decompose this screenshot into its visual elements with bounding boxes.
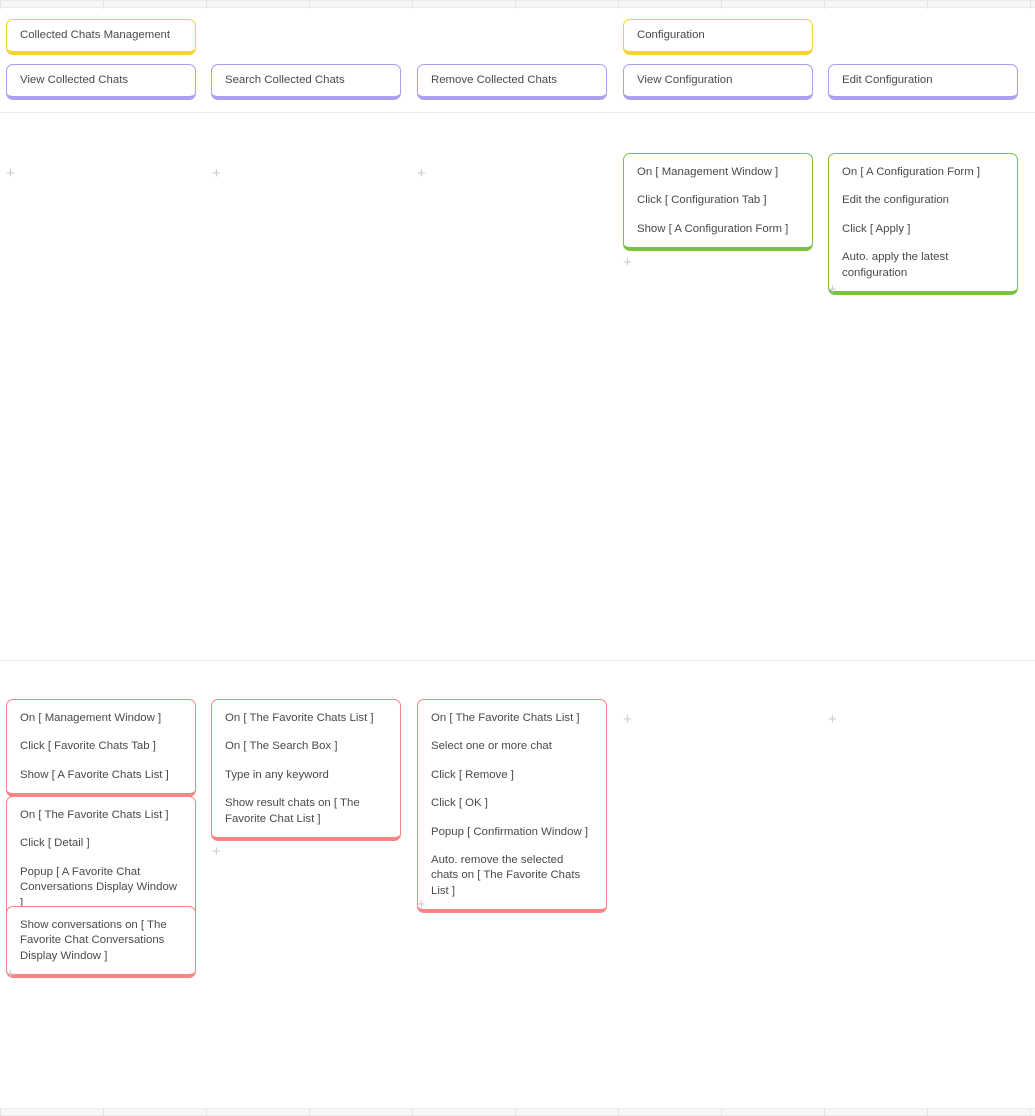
story-step: On [ Management Window ] — [20, 712, 162, 724]
feature-card-view-collected-chats[interactable]: View Collected Chats — [6, 64, 196, 100]
rail-tick — [309, 1109, 310, 1116]
add-card-plus-icon[interactable]: + — [6, 166, 15, 181]
story-step: Show result chats on [ The Favorite Chat… — [225, 797, 360, 825]
rail-tick — [618, 1109, 619, 1116]
add-card-plus-icon[interactable]: + — [828, 712, 837, 727]
feature-card-label: View Collected Chats — [20, 73, 129, 86]
story-map-board: Collected Chats Management Configuration… — [0, 0, 1035, 1116]
story-card-view-configuration[interactable]: On [ Management Window ] Click [ Configu… — [623, 153, 813, 252]
add-card-plus-icon[interactable]: + — [6, 967, 15, 982]
story-step: Popup [ Confirmation Window ] — [431, 825, 589, 838]
story-step: Show [ A Favorite Chats List ] — [20, 768, 169, 781]
board-bottom-rail — [0, 1108, 1035, 1116]
story-card-edit-configuration[interactable]: On [ A Configuration Form ] Edit the con… — [828, 153, 1018, 295]
story-step: On [ The Favorite Chats List ] — [225, 712, 374, 724]
section-divider-backlog — [0, 660, 1035, 661]
story-step: Show conversations on [ The Favorite Cha… — [20, 919, 167, 962]
story-step: On [ The Search Box ] — [225, 740, 338, 753]
add-card-plus-icon[interactable]: + — [828, 282, 837, 297]
story-step: Click [ Favorite Chats Tab ] — [20, 740, 156, 753]
rail-tick — [927, 1, 928, 9]
story-step: Auto. apply the latest configuration — [842, 251, 949, 279]
rail-tick — [309, 1, 310, 9]
story-step: On [ The Favorite Chats List ] — [431, 712, 580, 724]
board-top-rail — [0, 0, 1035, 9]
rail-tick — [1030, 1109, 1031, 1116]
story-step: On [ The Favorite Chats List ] — [20, 809, 169, 821]
add-card-plus-icon[interactable]: + — [212, 166, 221, 181]
story-step: Popup [ A Favorite Chat Conversations Di… — [20, 865, 177, 909]
rail-tick — [0, 1109, 1, 1116]
feature-card-label: View Configuration — [637, 73, 733, 86]
rail-tick — [618, 1, 619, 9]
story-step: On [ A Configuration Form ] — [842, 166, 981, 178]
story-step: Click [ Configuration Tab ] — [637, 194, 767, 207]
feature-card-label: Edit Configuration — [842, 73, 933, 86]
rail-tick — [103, 1109, 104, 1116]
feature-card-remove-collected-chats[interactable]: Remove Collected Chats — [417, 64, 607, 100]
story-step: Type in any keyword — [225, 768, 329, 781]
rail-tick — [103, 1, 104, 9]
rail-tick — [721, 1, 722, 9]
story-card-remove-collected-chats[interactable]: On [ The Favorite Chats List ] Select on… — [417, 699, 607, 914]
rail-tick — [721, 1109, 722, 1116]
story-card-view-collected-chats-1[interactable]: On [ Management Window ] Click [ Favorit… — [6, 699, 196, 798]
feature-card-label: Search Collected Chats — [225, 73, 345, 86]
rail-tick — [206, 1, 207, 9]
rail-tick — [515, 1109, 516, 1116]
rail-tick — [412, 1109, 413, 1116]
rail-tick — [206, 1109, 207, 1116]
story-step: Show [ A Configuration Form ] — [637, 222, 789, 235]
story-card-view-collected-chats-3[interactable]: Show conversations on [ The Favorite Cha… — [6, 906, 196, 979]
story-step: Click [ Remove ] — [431, 768, 514, 781]
add-card-plus-icon[interactable]: + — [417, 897, 426, 912]
story-step: Click [ Detail ] — [20, 837, 90, 850]
rail-tick — [824, 1109, 825, 1116]
feature-card-search-collected-chats[interactable]: Search Collected Chats — [211, 64, 401, 100]
story-step: Click [ OK ] — [431, 797, 488, 810]
story-card-search-collected-chats[interactable]: On [ The Favorite Chats List ] On [ The … — [211, 699, 401, 841]
add-card-plus-icon[interactable]: + — [417, 166, 426, 181]
story-step: Auto. remove the selected chats on [ The… — [431, 853, 581, 897]
add-card-plus-icon[interactable]: + — [623, 255, 632, 270]
add-card-plus-icon[interactable]: + — [623, 712, 632, 727]
feature-card-view-configuration[interactable]: View Configuration — [623, 64, 813, 100]
epic-card-label: Configuration — [637, 28, 705, 41]
story-step: Edit the configuration — [842, 194, 950, 207]
feature-card-edit-configuration[interactable]: Edit Configuration — [828, 64, 1018, 100]
story-step: On [ Management Window ] — [637, 166, 779, 178]
feature-card-label: Remove Collected Chats — [431, 73, 557, 86]
rail-tick — [927, 1109, 928, 1116]
rail-tick — [824, 1, 825, 9]
rail-tick — [412, 1, 413, 9]
rail-tick — [1030, 1, 1031, 9]
epic-card-label: Collected Chats Management — [20, 28, 171, 41]
epic-card-configuration[interactable]: Configuration — [623, 19, 813, 55]
story-step: Click [ Apply ] — [842, 222, 911, 235]
section-divider-releases — [0, 112, 1035, 113]
add-card-plus-icon[interactable]: + — [212, 844, 221, 859]
story-step: Select one or more chat — [431, 740, 552, 753]
rail-tick — [0, 1, 1, 9]
rail-tick — [515, 1, 516, 9]
epic-card-collected-chats-management[interactable]: Collected Chats Management — [6, 19, 196, 55]
